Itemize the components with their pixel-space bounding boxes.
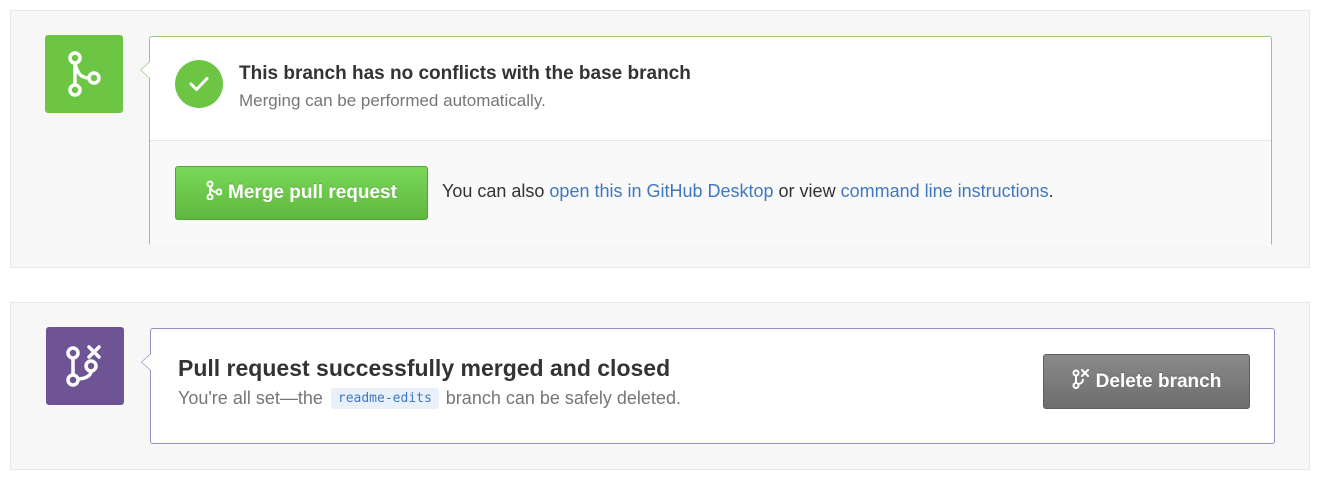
alternate-text-suffix: . <box>1048 181 1054 201</box>
merged-status-subtitle: You're all set—the readme-edits branch c… <box>178 388 681 409</box>
git-merge-icon <box>206 180 223 206</box>
merge-status-panel: This branch has no conflicts with the ba… <box>10 10 1310 268</box>
merge-status-row: This branch has no conflicts with the ba… <box>150 37 1271 141</box>
delete-branch-button[interactable]: Delete branch <box>1043 354 1250 409</box>
alternate-text-prefix: You can also <box>442 181 550 201</box>
merge-action-row: Merge pull request You can also open thi… <box>150 141 1271 246</box>
git-pull-request-closed-icon <box>46 327 124 405</box>
merge-status-title: This branch has no conflicts with the ba… <box>239 63 691 84</box>
alternate-merge-text: You can also open this in GitHub Desktop… <box>442 181 1054 202</box>
open-in-desktop-link[interactable]: open this in GitHub Desktop <box>549 181 773 201</box>
merge-status-subtitle: Merging can be performed automatically. <box>239 91 546 110</box>
merged-status-panel: Pull request successfully merged and clo… <box>10 302 1310 470</box>
branch-name-label: readme-edits <box>330 388 439 409</box>
alternate-text-middle: or view <box>773 181 841 201</box>
merge-card: This branch has no conflicts with the ba… <box>140 36 1272 246</box>
merge-pull-request-button[interactable]: Merge pull request <box>175 166 428 220</box>
check-icon <box>175 60 223 108</box>
git-merge-icon <box>45 35 123 113</box>
command-line-instructions-link[interactable]: command line instructions <box>841 181 1049 201</box>
delete-button-label: Delete branch <box>1095 370 1222 392</box>
merge-button-label: Merge pull request <box>228 182 397 203</box>
git-branch-delete-icon <box>1072 368 1090 395</box>
merged-status-title: Pull request successfully merged and clo… <box>178 355 671 381</box>
merged-subtitle-prefix: You're all set—the <box>178 388 323 408</box>
merged-card: Pull request successfully merged and clo… <box>141 328 1275 444</box>
merged-subtitle-suffix: branch can be safely deleted. <box>445 388 681 408</box>
